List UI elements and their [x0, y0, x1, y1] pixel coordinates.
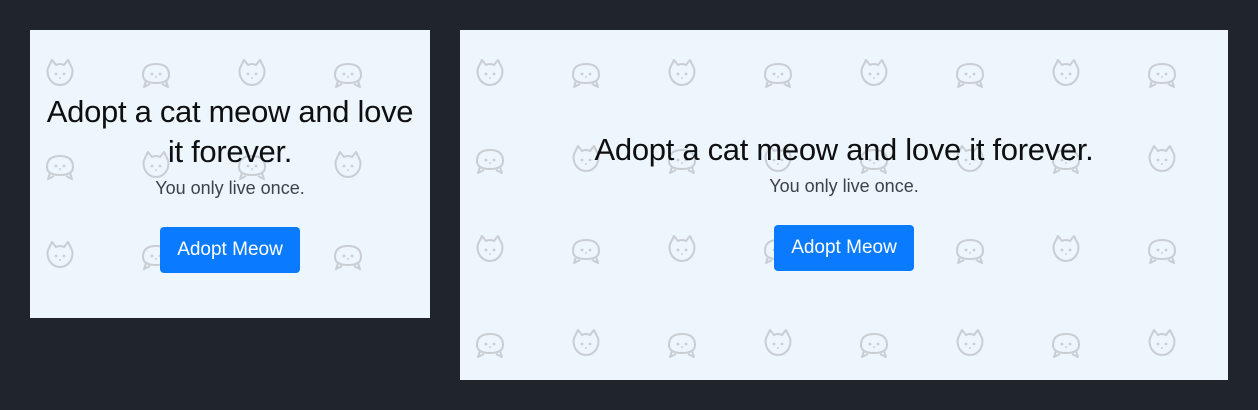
cat-face-icon [1052, 59, 1080, 86]
cat-ball-icon [955, 62, 985, 88]
hero-preview-small: Adopt a cat meow and love it forever. Yo… [30, 30, 430, 318]
cat-ball-icon [333, 62, 363, 88]
cat-face-icon [476, 59, 504, 86]
hero-tagline: You only live once. [769, 176, 919, 196]
cat-ball-icon [667, 332, 697, 358]
cat-ball-icon [1147, 62, 1177, 88]
cat-face-icon [572, 329, 600, 356]
adopt-meow-button[interactable]: Adopt Meow [160, 227, 300, 273]
cat-face-icon [46, 59, 74, 86]
cat-face-icon [238, 59, 266, 86]
cat-ball-icon [475, 332, 505, 358]
cat-face-icon [956, 329, 984, 356]
hero-preview-large: Adopt a cat meow and love it forever. Yo… [460, 30, 1228, 380]
cat-ball-icon [141, 62, 171, 88]
hero-tagline: You only live once. [155, 178, 305, 198]
cat-ball-icon [1051, 332, 1081, 358]
adopt-meow-button[interactable]: Adopt Meow [774, 225, 914, 271]
hero-content: Adopt a cat meow and love it forever. Yo… [30, 92, 430, 273]
hero-headline: Adopt a cat meow and love it forever. [594, 132, 1094, 167]
cat-ball-icon [571, 62, 601, 88]
cat-ball-icon [763, 62, 793, 88]
hero-headline: Adopt a cat meow and love it forever. [46, 94, 414, 169]
cat-face-icon [668, 59, 696, 86]
cat-face-icon [1148, 329, 1176, 356]
hero-content: Adopt a cat meow and love it forever. Yo… [460, 130, 1228, 271]
cat-ball-icon [859, 332, 889, 358]
cat-face-icon [860, 59, 888, 86]
cat-face-icon [764, 329, 792, 356]
